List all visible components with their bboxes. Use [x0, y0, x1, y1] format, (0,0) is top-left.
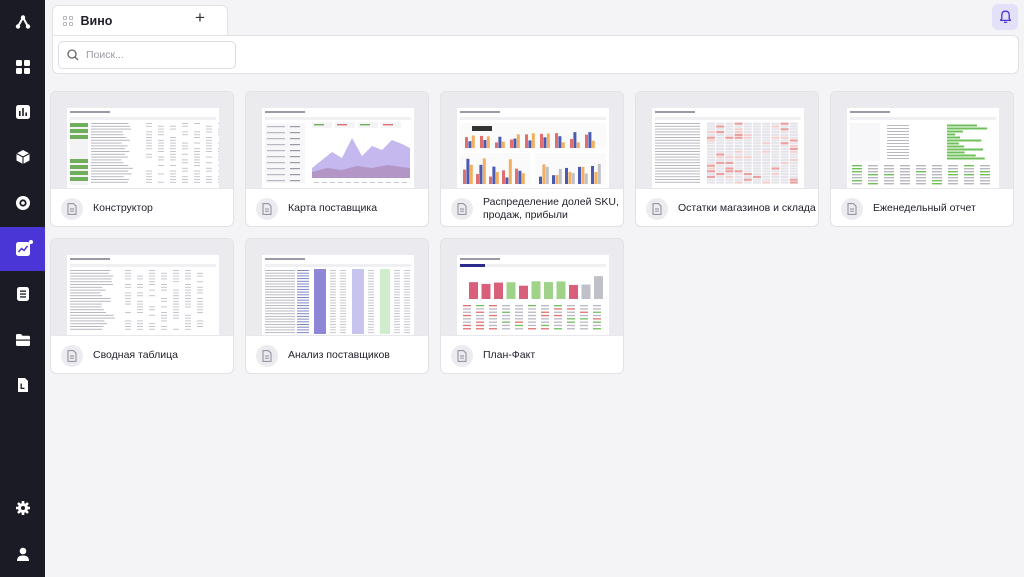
logo-icon[interactable]	[0, 0, 45, 44]
cube-icon[interactable]	[0, 135, 45, 179]
document-icon	[841, 197, 863, 220]
report-thumbnail	[441, 92, 623, 188]
report-thumbnail	[636, 92, 818, 188]
document-icon[interactable]	[0, 363, 45, 407]
target-icon[interactable]	[0, 181, 45, 225]
active-indicator-dot	[29, 240, 33, 244]
report-card[interactable]: Еженедельный отчет	[830, 91, 1014, 227]
report-card[interactable]: Карта поставщика	[245, 91, 429, 227]
report-title: Остатки магазинов и склада	[678, 202, 816, 214]
report-thumbnail	[51, 239, 233, 335]
report-title: Карта поставщика	[288, 202, 378, 214]
search-panel	[52, 35, 1019, 74]
document-icon	[451, 344, 473, 367]
document-icon	[256, 344, 278, 367]
report-thumbnail	[246, 92, 428, 188]
trend-chart-icon[interactable]	[0, 227, 45, 271]
document-icon	[256, 197, 278, 220]
report-thumbnail	[246, 239, 428, 335]
report-title: Распределение долей SKU, продаж, прибыли	[483, 195, 619, 221]
sidebar	[0, 0, 45, 577]
user-icon[interactable]	[0, 532, 45, 576]
report-title: Конструктор	[93, 202, 153, 214]
list-icon[interactable]	[0, 272, 45, 316]
document-icon	[61, 197, 83, 220]
grid-icon	[63, 16, 73, 26]
report-card[interactable]: Сводная таблица	[50, 238, 234, 374]
search-icon	[67, 49, 79, 61]
report-card[interactable]: Распределение долей SKU, продаж, прибыли	[440, 91, 624, 227]
gear-icon[interactable]	[0, 486, 45, 530]
report-card[interactable]: План-Факт	[440, 238, 624, 374]
report-thumbnail	[831, 92, 1013, 188]
report-thumbnail	[51, 92, 233, 188]
add-tab-button[interactable]: +	[191, 9, 209, 27]
dashboard-icon[interactable]	[0, 45, 45, 89]
search-box[interactable]	[58, 41, 236, 69]
bell-icon	[999, 10, 1011, 24]
document-icon	[61, 344, 83, 367]
report-card[interactable]: Остатки магазинов и склада	[635, 91, 819, 227]
bar-chart-icon[interactable]	[0, 90, 45, 134]
top-bar: Вино +	[45, 0, 1024, 36]
report-title: Еженедельный отчет	[873, 202, 976, 214]
report-card[interactable]: Конструктор	[50, 91, 234, 227]
tab-label: Вино	[80, 14, 113, 28]
report-title: Анализ поставщиков	[288, 349, 390, 361]
folder-icon[interactable]	[0, 318, 45, 362]
notifications-button[interactable]	[992, 4, 1018, 30]
document-icon	[646, 197, 668, 220]
report-title: План-Факт	[483, 349, 536, 361]
report-card[interactable]: Анализ поставщиков	[245, 238, 429, 374]
report-title: Сводная таблица	[93, 349, 178, 361]
document-icon	[451, 197, 473, 220]
search-input[interactable]	[86, 49, 226, 61]
report-thumbnail	[441, 239, 623, 335]
